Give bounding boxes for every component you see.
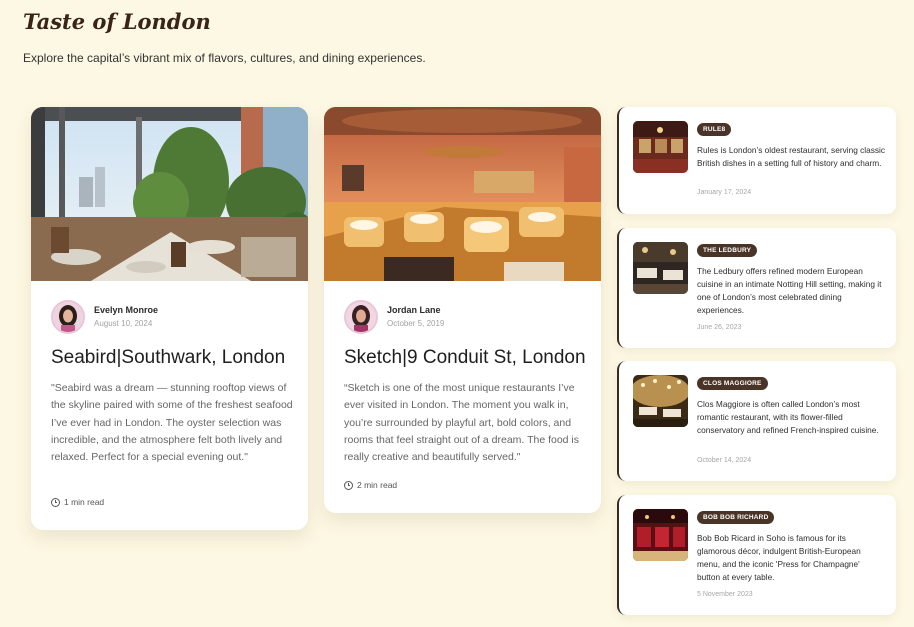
clos-maggiore-thumbnail [633,375,688,427]
page-title: Taste of London [23,9,211,34]
author-row: Jordan Lane October 5, 2019 [344,300,444,334]
clock-icon [344,480,353,490]
restaurant-badge: BOB BOB RICHARD [697,511,775,524]
restaurant-date: June 26, 2023 [697,324,742,331]
restaurant-card-bob-bob-richard[interactable]: BOB BOB RICHARD Bob Bob Ricard in Soho i… [617,495,896,615]
post-date: August 10, 2024 [94,319,153,328]
author-name: Jordan Lane [387,305,441,315]
restaurant-card-clos-maggiore[interactable]: CLOS MAGGIORE Clos Maggiore is often cal… [617,361,896,481]
read-time: 1 min read [51,497,104,507]
restaurant-badge: CLOS MAGGIORE [697,377,768,390]
restaurant-card-the-ledbury[interactable]: THE LEDBURY The Ledbury offers refined m… [617,228,896,348]
card-title[interactable]: Seabird|Southwark, London [51,347,285,369]
bob-bob-richard-thumbnail [633,509,688,561]
featured-card-sketch[interactable]: Jordan Lane October 5, 2019 Sketch|9 Con… [324,107,601,513]
restaurant-description: Bob Bob Ricard in Soho is famous for its… [697,533,861,582]
post-date: October 5, 2019 [387,319,445,328]
rules-thumbnail [633,121,688,173]
author-row: Evelyn Monroe August 10, 2024 [51,300,158,334]
read-time: 2 min read [344,480,397,490]
restaurant-card-rules[interactable]: RULE8 Rules is London’s oldest restauran… [617,107,896,214]
clock-icon [51,497,60,507]
pink-dining-room-photo [324,107,601,281]
ledbury-thumbnail [633,242,688,294]
featured-card-seabird[interactable]: Evelyn Monroe August 10, 2024 Seabird|So… [31,107,308,530]
restaurant-description: Rules is London’s oldest restaurant, ser… [697,145,886,168]
restaurant-description: The Ledbury offers refined modern Europe… [697,266,882,315]
card-title[interactable]: Sketch|9 Conduit St, London [344,347,586,369]
rooftop-terrace-photo [31,107,308,281]
page-subtitle: Explore the capital’s vibrant mix of fla… [23,51,426,65]
restaurant-badge: THE LEDBURY [697,244,758,257]
author-avatar [344,300,378,334]
read-time-label: 2 min read [357,480,398,490]
review-quote: “Sketch is one of the most unique restau… [344,382,580,464]
restaurant-badge: RULE8 [697,123,732,136]
restaurant-date: 5 November 2023 [697,591,753,598]
restaurant-date: October 14, 2024 [697,457,752,464]
restaurant-description: Clos Maggiore is often called London’s m… [697,399,879,435]
author-name: Evelyn Monroe [94,305,159,315]
read-time-label: 1 min read [64,497,105,507]
restaurant-date: January 17, 2024 [697,189,752,196]
review-quote: "Seabird was a dream — stunning rooftop … [51,382,293,464]
author-avatar [51,300,85,334]
